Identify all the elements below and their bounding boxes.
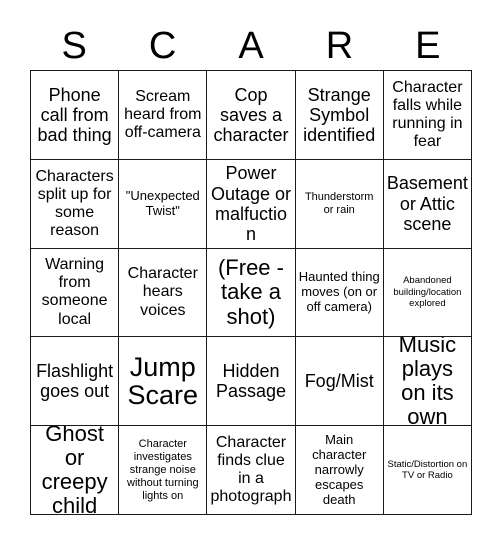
header-letter-1: S xyxy=(61,25,87,67)
bingo-cell-label: Power Outage or malfuction xyxy=(210,163,292,244)
bingo-cell[interactable]: Static/Distortion on TV or Radio xyxy=(383,426,472,515)
bingo-cell[interactable]: Character finds clue in a photograph xyxy=(207,426,296,515)
bingo-cell-label: Cop saves a character xyxy=(213,84,289,145)
bingo-cell[interactable]: Basement or Attic scene xyxy=(383,159,472,249)
bingo-cell[interactable]: Thunderstorm or rain xyxy=(295,159,384,249)
bingo-cell-label: Strange Symbol identified xyxy=(303,84,376,145)
bingo-cell[interactable]: Main character narrowly escapes death xyxy=(295,426,384,515)
bingo-cell-label: Character hears voices xyxy=(127,265,198,319)
bingo-header-row: S C A R E xyxy=(30,22,472,70)
bingo-cell-label: Warning from someone local xyxy=(41,256,108,328)
bingo-cell-label: Character investigates strange noise wit… xyxy=(127,437,199,502)
bingo-cell-label: (Free - take a shot) xyxy=(217,255,284,329)
bingo-cell-label: Ghost or creepy child xyxy=(41,426,108,515)
bingo-cell[interactable]: Characters split up for some reason xyxy=(31,159,120,249)
bingo-cell[interactable]: Power Outage or malfuction xyxy=(207,159,296,249)
bingo-cell-label: Jump Scare xyxy=(127,351,199,411)
header-letter-3: A xyxy=(238,25,264,67)
bingo-cell-label: Character finds clue in a photograph xyxy=(210,433,292,506)
bingo-cell-label: Character falls while running in fear xyxy=(392,78,463,150)
bingo-cell-label: Characters split up for some reason xyxy=(35,167,114,239)
bingo-cell-label: Abandoned building/location explored xyxy=(393,275,462,310)
bingo-cell-label: Phone call from bad thing xyxy=(37,84,112,145)
bingo-cell[interactable]: Scream heard from off-camera xyxy=(119,71,208,160)
bingo-cell[interactable]: Haunted thing moves (on or off camera) xyxy=(295,248,384,338)
bingo-cell[interactable]: Cop saves a character xyxy=(207,71,296,160)
bingo-cell[interactable]: Character falls while running in fear xyxy=(383,71,472,160)
bingo-cell[interactable]: Flashlight goes out xyxy=(31,337,120,427)
bingo-cell-label: Flashlight goes out xyxy=(36,361,114,402)
bingo-cell-label: Fog/Mist xyxy=(304,371,374,392)
bingo-cell[interactable]: Hidden Passage xyxy=(207,337,296,427)
bingo-cell[interactable]: Character investigates strange noise wit… xyxy=(119,426,208,515)
bingo-cell[interactable]: Warning from someone local xyxy=(31,248,120,338)
header-letter-4: R xyxy=(325,25,354,67)
bingo-cell[interactable]: Abandoned building/location explored xyxy=(383,248,472,338)
bingo-cell-label: Basement or Attic scene xyxy=(386,173,468,234)
bingo-cell-label: Static/Distortion on TV or Radio xyxy=(387,458,468,482)
bingo-cell-label: Main character narrowly escapes death xyxy=(312,431,367,507)
bingo-cell-label: Thunderstorm or rain xyxy=(304,190,374,216)
bingo-cell[interactable]: Phone call from bad thing xyxy=(31,71,120,160)
bingo-cell-label: Haunted thing moves (on or off camera) xyxy=(298,269,380,314)
bingo-cell-label: Hidden Passage xyxy=(215,361,287,402)
bingo-cell[interactable]: Ghost or creepy child xyxy=(31,426,120,515)
header-letter-5: E xyxy=(415,25,441,67)
bingo-cell[interactable]: Strange Symbol identified xyxy=(295,71,384,160)
bingo-cell-label: Music plays on its own xyxy=(398,337,457,427)
bingo-cell[interactable]: Jump Scare xyxy=(119,337,208,427)
bingo-cell-free-space[interactable]: (Free - take a shot) xyxy=(207,248,296,338)
bingo-cell-label: Scream heard from off-camera xyxy=(124,87,202,141)
bingo-cell[interactable]: Music plays on its own xyxy=(383,337,472,427)
bingo-grid: Phone call from bad thing Scream heard f… xyxy=(30,70,472,515)
bingo-cell-label: "Unexpected Twist" xyxy=(125,187,200,218)
bingo-cell[interactable]: Character hears voices xyxy=(119,248,208,338)
bingo-cell[interactable]: Fog/Mist xyxy=(295,337,384,427)
bingo-card: S C A R E Phone call from bad thing Scre… xyxy=(0,0,500,544)
bingo-cell[interactable]: "Unexpected Twist" xyxy=(119,159,208,249)
header-letter-2: C xyxy=(148,25,177,67)
